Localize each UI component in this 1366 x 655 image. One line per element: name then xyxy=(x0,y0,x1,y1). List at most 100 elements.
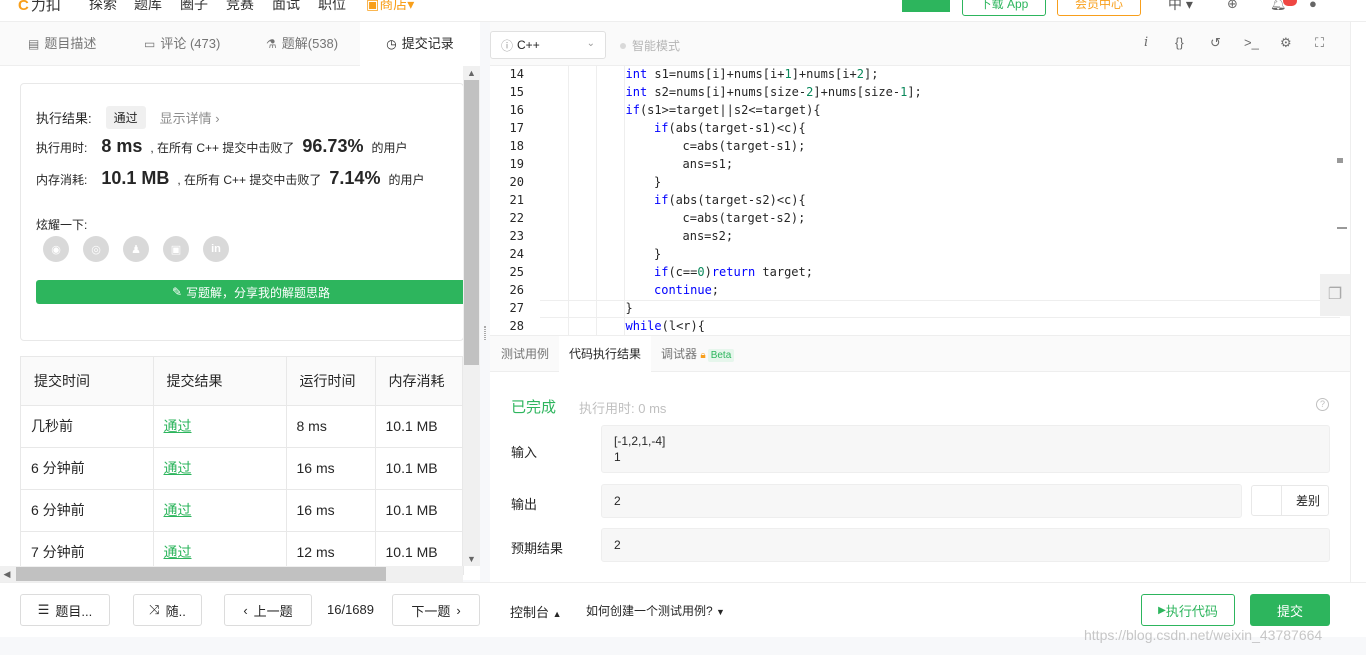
runtime-value: 8 ms xyxy=(101,136,143,156)
line-number: 20 xyxy=(509,175,524,189)
table-row[interactable]: 6 分钟前 通过 16 ms 10.1 MB xyxy=(21,489,463,532)
flask-icon: ⚗ xyxy=(266,37,277,51)
terminal-icon[interactable]: >_ xyxy=(1244,35,1259,50)
tab-debugger[interactable]: 调试器 🔒︎ Beta xyxy=(661,336,735,372)
promo-flag[interactable] xyxy=(902,0,950,12)
fullscreen-icon[interactable]: ⛶ xyxy=(1315,35,1324,51)
braces-icon[interactable]: {} xyxy=(1175,35,1184,50)
wechat-icon[interactable]: ◉ xyxy=(43,236,69,262)
pencil-icon: ✎ xyxy=(171,285,183,299)
vip-center-button[interactable]: 会员中心 xyxy=(1057,0,1141,16)
code-line: c=abs(target-s1); xyxy=(683,139,806,153)
caret-down-icon: ▼ xyxy=(716,607,725,617)
code-text: ]; xyxy=(907,85,922,99)
run-code-button[interactable]: ▶ 执行代码 xyxy=(1141,594,1235,626)
nav-circle[interactable]: 圈子 xyxy=(180,0,208,14)
cell-memory: 10.1 MB xyxy=(375,489,463,532)
code-text: s2=nums[i]+nums[size- xyxy=(647,85,807,99)
language-switch[interactable]: 中 ▾ xyxy=(1168,0,1193,14)
tab-comments[interactable]: ▭ 评论 (473) xyxy=(144,22,220,66)
submit-button[interactable]: 提交 xyxy=(1250,594,1330,626)
diff-switch[interactable] xyxy=(1252,486,1282,515)
runtime-label: 执行用时: xyxy=(36,141,88,155)
qq-icon[interactable]: ♟ xyxy=(123,236,149,262)
problem-list-button[interactable]: ☰ 题目... xyxy=(20,594,110,626)
cell-result-link[interactable]: 通过 xyxy=(153,405,287,448)
clock-icon: ◷ xyxy=(386,37,397,51)
code-text: (s1>=target||s2<=target){ xyxy=(639,103,821,117)
language-select[interactable]: ⓘ C++ ⌄ xyxy=(490,31,606,59)
scroll-up-icon[interactable]: ▲ xyxy=(463,66,480,80)
tab-solutions[interactable]: ⚗ 题解(538) xyxy=(266,22,338,66)
settings-icon[interactable]: ⚙ xyxy=(1280,35,1292,51)
leetcode-logo-icon: C xyxy=(18,0,29,14)
code-line: if(s1>=target||s2<=target){ xyxy=(626,103,821,117)
prev-problem-button[interactable]: ‹ 上一题 xyxy=(224,594,312,626)
scrollbar-thumb[interactable] xyxy=(464,80,479,365)
diff-toggle[interactable]: 差别 xyxy=(1251,485,1329,516)
help-icon[interactable]: ? xyxy=(1316,398,1329,411)
download-app-button[interactable]: 下载 App xyxy=(962,0,1046,16)
line-number: 27 xyxy=(509,301,524,315)
submission-table: 提交时间 提交结果 运行时间 内存消耗 几秒前 通过 8 ms 10.1 MB … xyxy=(20,356,464,575)
copy-icon[interactable]: ❐ xyxy=(1320,274,1350,316)
left-horizontal-scrollbar[interactable]: ◀ xyxy=(0,566,463,582)
line-number: 15 xyxy=(509,85,524,99)
avatar[interactable]: ● xyxy=(1309,0,1325,11)
code-text: c=abs(target-s1); xyxy=(682,139,806,153)
code-text: ) xyxy=(704,265,712,279)
expected-box: 2 xyxy=(601,528,1330,562)
info-italic-icon[interactable]: i xyxy=(1144,35,1148,50)
console-tabs: 测试用例 代码执行结果 调试器 🔒︎ Beta xyxy=(490,336,1350,372)
cell-memory: 10.1 MB xyxy=(375,405,463,448)
chevron-right-icon: › xyxy=(456,602,461,618)
nav-contest[interactable]: 竞赛 xyxy=(226,0,254,14)
show-detail-link[interactable]: 显示详情 › xyxy=(160,108,220,127)
table-row[interactable]: 几秒前 通过 8 ms 10.1 MB xyxy=(21,405,463,448)
code-keyword: return xyxy=(711,265,756,279)
nav-explore[interactable]: 探索 xyxy=(89,0,117,14)
nav-interview[interactable]: 面试 xyxy=(272,0,300,14)
linkedin-icon[interactable]: in xyxy=(203,236,229,262)
smart-mode-toggle[interactable]: 智能模式 xyxy=(620,37,680,54)
random-button[interactable]: ⤨ 随.. xyxy=(133,594,202,626)
memory-users: 的用户 xyxy=(388,173,425,187)
nav-store[interactable]: ▣商店▾ xyxy=(366,0,414,14)
next-problem-button[interactable]: 下一题 › xyxy=(392,594,480,626)
code-editor[interactable]: 14 15 16 17 18 19 20 21 22 23 24 25 26 27 28 int s1=nu… xyxy=(490,66,1350,336)
scrollbar-thumb[interactable] xyxy=(16,567,386,581)
right-scrollbar[interactable] xyxy=(1350,22,1366,582)
table-row[interactable]: 6 分钟前 通过 16 ms 10.1 MB xyxy=(21,447,463,490)
watermark: https://blog.csdn.net/weixin_43787664 xyxy=(1084,627,1323,643)
code-line: } xyxy=(654,247,661,261)
add-icon[interactable]: ⊕ xyxy=(1227,0,1243,11)
douban-icon[interactable]: ▣ xyxy=(163,236,189,262)
left-vertical-scrollbar[interactable]: ▲ ▼ xyxy=(463,66,480,566)
reset-icon[interactable]: ↺ xyxy=(1210,35,1221,51)
cell-result-link[interactable]: 通过 xyxy=(153,489,287,532)
column-header: 内存消耗 xyxy=(375,357,463,406)
notification-badge xyxy=(1283,0,1297,6)
problem-counter: 16/1689 xyxy=(327,602,374,617)
scroll-down-icon[interactable]: ▼ xyxy=(463,552,480,566)
result-row: 执行结果: 通过 显示详情 › xyxy=(36,106,220,129)
howto-testcase-link[interactable]: 如何创建一个测试用例? ▼ xyxy=(586,602,725,619)
tab-testcase[interactable]: 测试用例 xyxy=(501,336,549,372)
scroll-left-icon[interactable]: ◀ xyxy=(0,566,14,582)
console-toggle[interactable]: 控制台 ▲ xyxy=(510,602,562,621)
cell-memory: 10.1 MB xyxy=(375,447,463,490)
logo[interactable]: C 力扣 xyxy=(18,0,61,15)
nav-problems[interactable]: 题库 xyxy=(134,0,162,14)
line-number: 26 xyxy=(509,283,524,297)
write-solution-button[interactable]: ✎ 写题解，分享我的解题思路 xyxy=(36,280,466,304)
overview-ruler-mark xyxy=(1337,158,1343,163)
tab-description[interactable]: ▤ 题目描述 xyxy=(28,22,96,66)
tab-submissions[interactable]: ◷ 提交记录 xyxy=(360,22,480,66)
nav-jobs[interactable]: 职位 xyxy=(318,0,346,14)
tab-run-result[interactable]: 代码执行结果 xyxy=(559,336,652,372)
weibo-icon[interactable]: ◎ xyxy=(83,236,109,262)
result-label: 执行结果: xyxy=(36,111,92,126)
panel-resize-handle[interactable] xyxy=(480,66,490,580)
column-header: 运行时间 xyxy=(286,357,376,406)
cell-result-link[interactable]: 通过 xyxy=(153,447,287,490)
